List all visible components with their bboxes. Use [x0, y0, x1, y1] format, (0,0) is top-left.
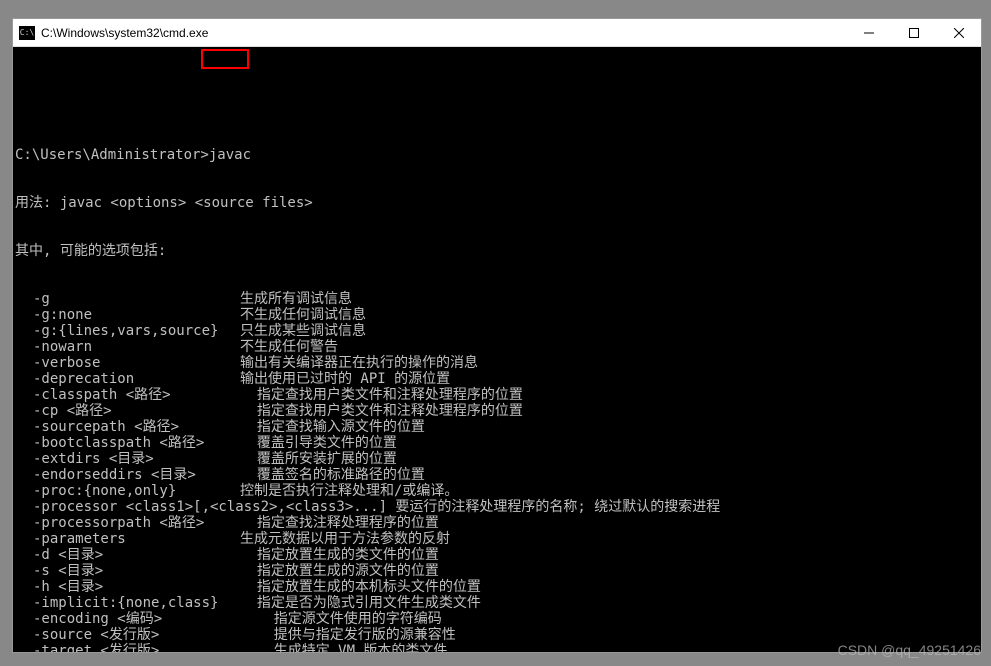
option-text: -processor <class1>[,<class2>,<class3>..…	[15, 499, 720, 515]
close-button[interactable]	[936, 19, 981, 46]
titlebar[interactable]: C:\ C:\Windows\system32\cmd.exe	[13, 19, 981, 47]
highlight-annotation	[201, 49, 249, 69]
option-desc: 覆盖引导类文件的位置	[240, 435, 397, 451]
option-desc: 指定放置生成的类文件的位置	[240, 547, 439, 563]
option-desc: 不生成任何警告	[240, 339, 338, 355]
option-line: -bootclasspath <路径> 覆盖引导类文件的位置	[15, 435, 979, 451]
option-desc: 生成元数据以用于方法参数的反射	[240, 531, 450, 547]
option-desc: 输出使用已过时的 API 的源位置	[240, 371, 450, 387]
option-desc: 指定放置生成的源文件的位置	[240, 563, 439, 579]
option-line: -source <发行版> 提供与指定发行版的源兼容性	[15, 627, 979, 643]
option-name: -classpath <路径>	[15, 387, 240, 403]
option-name: -encoding <编码>	[15, 611, 240, 627]
prompt-text: C:\Users\Administrator>	[15, 147, 209, 163]
option-line: -g:none不生成任何调试信息	[15, 307, 979, 323]
option-desc: 指定查找输入源文件的位置	[240, 419, 425, 435]
terminal-output[interactable]: C:\Users\Administrator>javac 用法: javac <…	[13, 47, 981, 652]
option-line: -implicit:{none,class} 指定是否为隐式引用文件生成类文件	[15, 595, 979, 611]
app-icon: C:\	[19, 26, 35, 40]
option-desc: 覆盖签名的标准路径的位置	[240, 467, 425, 483]
option-line: -target <发行版> 生成特定 VM 版本的类文件	[15, 643, 979, 652]
option-name: -s <目录>	[15, 563, 240, 579]
option-desc: 生成特定 VM 版本的类文件	[240, 643, 447, 652]
option-name: -verbose	[15, 355, 240, 371]
option-name: -extdirs <目录>	[15, 451, 240, 467]
option-desc: 输出有关编译器正在执行的操作的消息	[240, 355, 478, 371]
watermark-text: CSDN @qq_49251426	[838, 642, 981, 658]
option-line: -verbose输出有关编译器正在执行的操作的消息	[15, 355, 979, 371]
option-name: -source <发行版>	[15, 627, 240, 643]
option-desc: 只生成某些调试信息	[240, 323, 366, 339]
option-name: -g:{lines,vars,source}	[15, 323, 240, 339]
option-name: -processorpath <路径>	[15, 515, 240, 531]
cmd-window: C:\ C:\Windows\system32\cmd.exe C:\Users…	[12, 18, 982, 653]
option-desc: 指定查找注释处理程序的位置	[240, 515, 439, 531]
option-name: -g	[15, 291, 240, 307]
option-name: -proc:{none,only}	[15, 483, 240, 499]
blank-line	[15, 99, 979, 115]
option-line: -parameters生成元数据以用于方法参数的反射	[15, 531, 979, 547]
options-list: -g生成所有调试信息-g:none不生成任何调试信息-g:{lines,vars…	[15, 291, 979, 652]
usage-line: 用法: javac <options> <source files>	[15, 195, 979, 211]
option-desc: 生成所有调试信息	[240, 291, 352, 307]
option-name: -g:none	[15, 307, 240, 323]
option-line: -extdirs <目录> 覆盖所安装扩展的位置	[15, 451, 979, 467]
option-line: -d <目录> 指定放置生成的类文件的位置	[15, 547, 979, 563]
where-line: 其中, 可能的选项包括:	[15, 243, 979, 259]
option-name: -d <目录>	[15, 547, 240, 563]
option-line: -processor <class1>[,<class2>,<class3>..…	[15, 499, 979, 515]
command-text: javac	[209, 147, 251, 163]
option-name: -h <目录>	[15, 579, 240, 595]
option-line: -s <目录> 指定放置生成的源文件的位置	[15, 563, 979, 579]
option-line: -proc:{none,only}控制是否执行注释处理和/或编译。	[15, 483, 979, 499]
option-desc: 覆盖所安装扩展的位置	[240, 451, 397, 467]
option-name: -bootclasspath <路径>	[15, 435, 240, 451]
option-desc: 不生成任何调试信息	[240, 307, 366, 323]
minimize-button[interactable]	[846, 19, 891, 46]
window-controls	[846, 19, 981, 46]
option-line: -cp <路径> 指定查找用户类文件和注释处理程序的位置	[15, 403, 979, 419]
option-line: -processorpath <路径> 指定查找注释处理程序的位置	[15, 515, 979, 531]
option-name: -cp <路径>	[15, 403, 240, 419]
option-name: -endorseddirs <目录>	[15, 467, 240, 483]
option-line: -encoding <编码> 指定源文件使用的字符编码	[15, 611, 979, 627]
option-line: -h <目录> 指定放置生成的本机标头文件的位置	[15, 579, 979, 595]
option-name: -implicit:{none,class}	[15, 595, 240, 611]
option-line: -classpath <路径> 指定查找用户类文件和注释处理程序的位置	[15, 387, 979, 403]
option-desc: 指定源文件使用的字符编码	[240, 611, 442, 627]
option-desc: 指定查找用户类文件和注释处理程序的位置	[240, 387, 523, 403]
option-desc: 指定放置生成的本机标头文件的位置	[240, 579, 481, 595]
window-title: C:\Windows\system32\cmd.exe	[41, 26, 846, 40]
option-name: -nowarn	[15, 339, 240, 355]
option-desc: 控制是否执行注释处理和/或编译。	[240, 483, 458, 499]
option-line: -nowarn不生成任何警告	[15, 339, 979, 355]
option-desc: 提供与指定发行版的源兼容性	[240, 627, 456, 643]
maximize-button[interactable]	[891, 19, 936, 46]
option-name: -target <发行版>	[15, 643, 240, 652]
option-name: -sourcepath <路径>	[15, 419, 240, 435]
option-line: -endorseddirs <目录> 覆盖签名的标准路径的位置	[15, 467, 979, 483]
option-line: -g生成所有调试信息	[15, 291, 979, 307]
option-line: -g:{lines,vars,source}只生成某些调试信息	[15, 323, 979, 339]
option-desc: 指定查找用户类文件和注释处理程序的位置	[240, 403, 523, 419]
option-desc: 指定是否为隐式引用文件生成类文件	[240, 595, 481, 611]
option-name: -parameters	[15, 531, 240, 547]
option-line: -sourcepath <路径> 指定查找输入源文件的位置	[15, 419, 979, 435]
option-name: -deprecation	[15, 371, 240, 387]
prompt-line: C:\Users\Administrator>javac	[15, 147, 979, 163]
option-line: -deprecation输出使用已过时的 API 的源位置	[15, 371, 979, 387]
